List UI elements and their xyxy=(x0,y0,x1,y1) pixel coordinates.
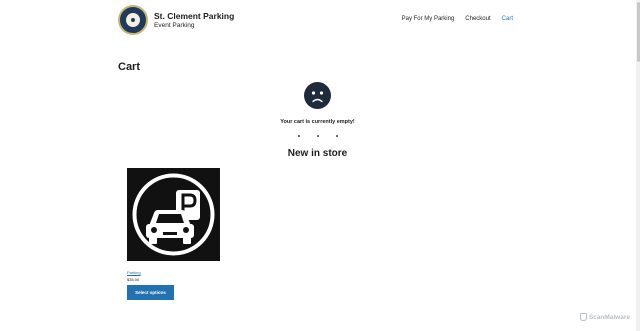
scrollbar-thumb[interactable] xyxy=(636,2,640,62)
product-name-link[interactable]: Parking xyxy=(127,270,141,275)
logo-seal-center xyxy=(131,18,135,22)
site-title[interactable]: St. Clement Parking xyxy=(154,11,234,21)
logo-seal-inner xyxy=(125,12,141,28)
main-nav: Pay For My Parking Checkout Cart xyxy=(402,16,513,22)
site-logo[interactable] xyxy=(118,5,148,35)
site-tagline: Event Parking xyxy=(154,22,195,29)
shield-icon xyxy=(579,313,587,321)
cart-empty-message: Your cart is currently empty! xyxy=(280,119,355,125)
watermark: ScanMalware xyxy=(579,313,630,321)
watermark-text: ScanMalware xyxy=(588,313,630,321)
nav-checkout[interactable]: Checkout xyxy=(465,16,490,22)
page-title: Cart xyxy=(118,61,141,73)
sad-face-icon xyxy=(304,82,331,109)
car-parking-icon[interactable] xyxy=(127,168,220,261)
new-in-store-heading: New in store xyxy=(287,148,348,159)
nav-cart[interactable]: Cart xyxy=(502,16,513,22)
select-options-button[interactable]: Select options xyxy=(127,285,174,300)
page-scrollbar[interactable] xyxy=(636,0,640,331)
nav-pay-for-my-parking[interactable]: Pay For My Parking xyxy=(402,16,455,22)
product-price: $35.00 xyxy=(127,277,140,282)
separator-dots xyxy=(298,135,338,137)
